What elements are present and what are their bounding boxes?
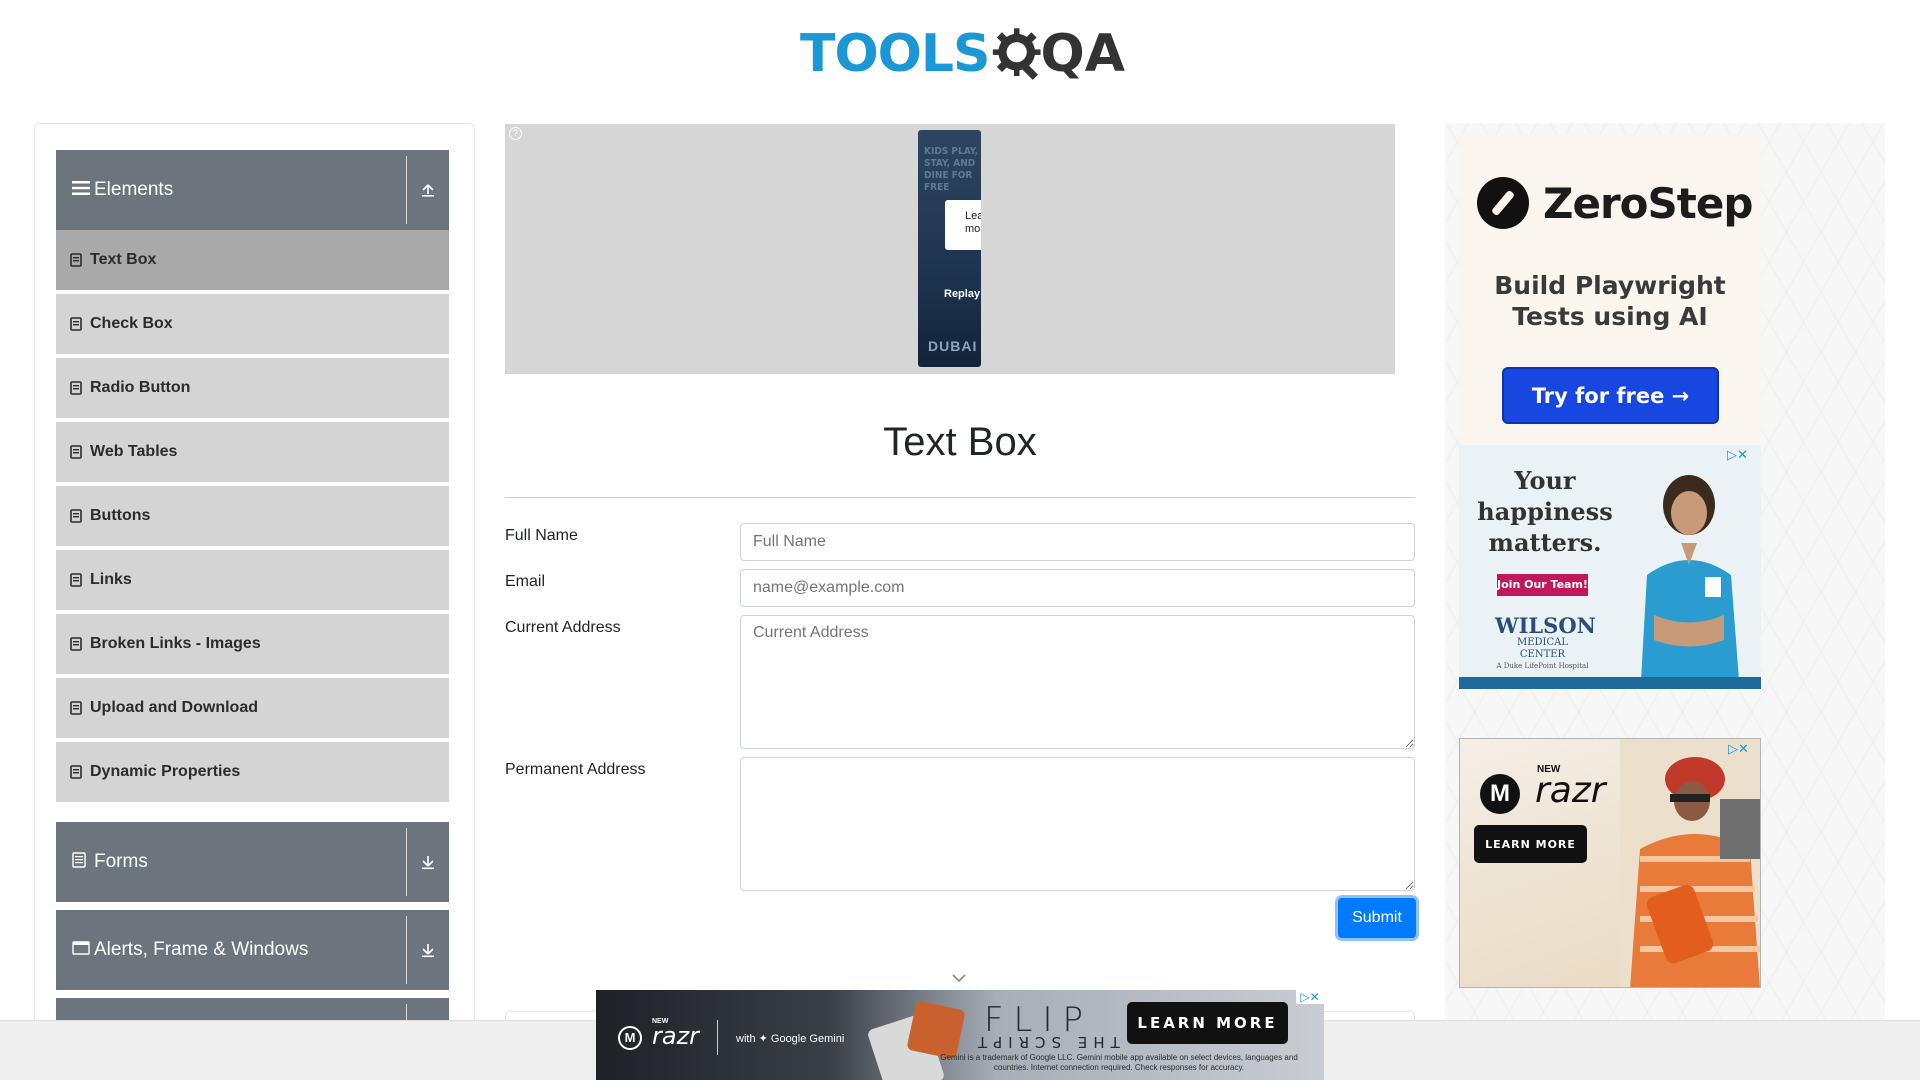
razr-model-photo: [1620, 739, 1760, 987]
current-address-textarea[interactable]: [740, 615, 1415, 749]
sidebar-item-label: Buttons: [90, 507, 151, 524]
sidebar-item-check-box[interactable]: Check Box: [56, 294, 449, 355]
document-icon: [70, 701, 82, 715]
hamburger-icon: [72, 180, 90, 201]
razr-learn-more-button[interactable]: LEARN MORE: [1474, 825, 1587, 863]
window-icon: [72, 940, 90, 961]
sidebar-item-label: Text Box: [90, 251, 157, 268]
gemini-partner-text: with ✦ Google Gemini: [736, 1033, 845, 1045]
wilson-brand: WILSON: [1495, 613, 1596, 638]
collapse-arrow-up-icon[interactable]: [416, 178, 440, 202]
sidebar-item-label: Broken Links - Images: [90, 635, 261, 652]
ad-headline: KIDS PLAY, STAY, AND DINE FOR FREE: [924, 146, 979, 193]
document-icon: [70, 637, 82, 651]
ad-info-icon[interactable]: ?: [509, 127, 522, 140]
sidebar-item-upload-download[interactable]: Upload and Download: [56, 678, 449, 739]
ad-choices-icon[interactable]: ▷✕: [1728, 741, 1749, 757]
divider: [717, 1020, 718, 1055]
sidebar-item-dynamic-properties[interactable]: Dynamic Properties: [56, 742, 449, 803]
divider: [505, 497, 1415, 498]
ad-choices-icon[interactable]: ▷✕: [1296, 990, 1324, 1004]
top-ad-banner[interactable]: ? KIDS PLAY, STAY, AND DINE FOR FREE Lea…: [505, 124, 1395, 374]
group-forms-label: Forms: [94, 851, 148, 872]
wilson-logo: WILSON MEDICAL CENTER A Duke LifePoint H…: [1495, 613, 1596, 671]
sidebar-item-radio-button[interactable]: Radio Button: [56, 358, 449, 419]
sidebar-item-text-box[interactable]: Text Box: [56, 230, 449, 291]
wilson-headline: Your happiness matters.: [1477, 466, 1613, 557]
document-icon: [70, 445, 82, 459]
sidebar-item-label: Radio Button: [90, 379, 191, 396]
sidebar-item-label: Upload and Download: [90, 699, 258, 716]
expand-arrow-down-icon[interactable]: [416, 938, 440, 962]
sidebar-item-buttons[interactable]: Buttons: [56, 486, 449, 547]
group-forms-header[interactable]: Forms: [56, 822, 449, 902]
wilson-brand-sub: MEDICAL CENTER: [1516, 637, 1569, 660]
sidebar-item-label: Web Tables: [90, 443, 178, 460]
document-icon: [70, 765, 82, 779]
razr-name: razr: [1535, 770, 1606, 811]
document-icon: [70, 573, 82, 587]
zerostep-try-button[interactable]: Try for free →: [1502, 367, 1719, 424]
wilson-brand-sub2: A Duke LifePoint Hospital: [1496, 662, 1589, 670]
toolsqa-logo[interactable]: TOOLS QA: [800, 14, 1125, 94]
wilson-join-button[interactable]: Join Our Team!: [1497, 574, 1588, 596]
ad-choices-icon[interactable]: ▷✕: [1727, 447, 1748, 463]
group-alerts-header[interactable]: Alerts, Frame & Windows: [56, 910, 449, 990]
ad-brand: DUBAI: [928, 338, 978, 354]
current-address-label: Current Address: [505, 619, 621, 636]
document-icon: [70, 253, 82, 267]
expand-arrow-down-icon[interactable]: [416, 850, 440, 874]
sidebar-item-label: Links: [90, 571, 132, 588]
motorola-logo-icon: M: [1480, 774, 1520, 814]
right-ad-column: ZeroStep Build Playwright Tests using AI…: [1445, 123, 1885, 1080]
logo-text-qa: QA: [1040, 24, 1125, 84]
motorola-logo-icon: M: [618, 1026, 642, 1050]
form-icon: [72, 851, 90, 873]
razr-name: razr: [652, 1022, 700, 1050]
zerostep-ad[interactable]: ZeroStep Build Playwright Tests using AI…: [1459, 135, 1761, 445]
group-alerts-label: Alerts, Frame & Windows: [94, 939, 309, 960]
document-icon: [70, 317, 82, 331]
chevron-down-icon[interactable]: [950, 971, 968, 985]
page-title: Text Box: [883, 420, 1037, 464]
zerostep-tagline: Build Playwright Tests using AI: [1494, 271, 1726, 331]
site-header: TOOLS QA: [0, 0, 1920, 110]
permanent-address-label: Permanent Address: [505, 761, 646, 778]
group-elements-label: Elements: [94, 179, 174, 200]
document-icon: [70, 509, 82, 523]
ad-replay-link[interactable]: Replay: [944, 288, 980, 300]
ad-learn-more-card[interactable]: Lea mo: [945, 200, 981, 250]
permanent-address-textarea[interactable]: [740, 757, 1415, 891]
logo-text-tools: TOOLS: [800, 24, 990, 84]
email-input[interactable]: [740, 569, 1415, 607]
sidebar-item-broken-links[interactable]: Broken Links - Images: [56, 614, 449, 675]
dubai-ad[interactable]: KIDS PLAY, STAY, AND DINE FOR FREE Lea m…: [918, 130, 981, 367]
nurse-photo: [1641, 475, 1739, 680]
divider: [406, 916, 407, 984]
submit-button[interactable]: Submit: [1338, 898, 1416, 938]
bottom-learn-more-button[interactable]: LEARN MORE: [1127, 1002, 1288, 1044]
divider: [406, 156, 407, 224]
bottom-razr-ad[interactable]: NEW M razr with ✦ Google Gemini FLIP THE…: [596, 990, 1324, 1080]
sidebar-item-label: Dynamic Properties: [90, 763, 241, 780]
zerostep-name: ZeroStep: [1543, 178, 1753, 228]
gear-magnifier-icon: [993, 28, 1042, 80]
ad-bottom-bar: [1459, 677, 1761, 689]
razr-ad[interactable]: NEW M razr LEARN MORE ▷✕: [1459, 738, 1761, 988]
sidebar-item-label: Check Box: [90, 315, 173, 332]
divider: [406, 828, 407, 896]
zerostep-logo: ZeroStep: [1477, 177, 1753, 229]
email-label: Email: [505, 573, 546, 590]
left-sidebar: Elements Text Box Check Box Radio Button…: [34, 123, 475, 1063]
group-elements-header[interactable]: Elements: [56, 150, 449, 230]
sidebar-item-links[interactable]: Links: [56, 550, 449, 611]
ad-fine-print: Gemini is a trademark of Google LLC. Gem…: [940, 1053, 1298, 1072]
ad-subheadline: THE SCRIPT: [972, 1033, 1120, 1051]
zerostep-logo-icon: [1477, 177, 1529, 229]
wilson-ad[interactable]: Your happiness matters. Join Our Team! W…: [1459, 445, 1761, 689]
full-name-label: Full Name: [505, 527, 578, 544]
document-icon: [70, 381, 82, 395]
sidebar-item-web-tables[interactable]: Web Tables: [56, 422, 449, 483]
full-name-input[interactable]: [740, 523, 1415, 561]
